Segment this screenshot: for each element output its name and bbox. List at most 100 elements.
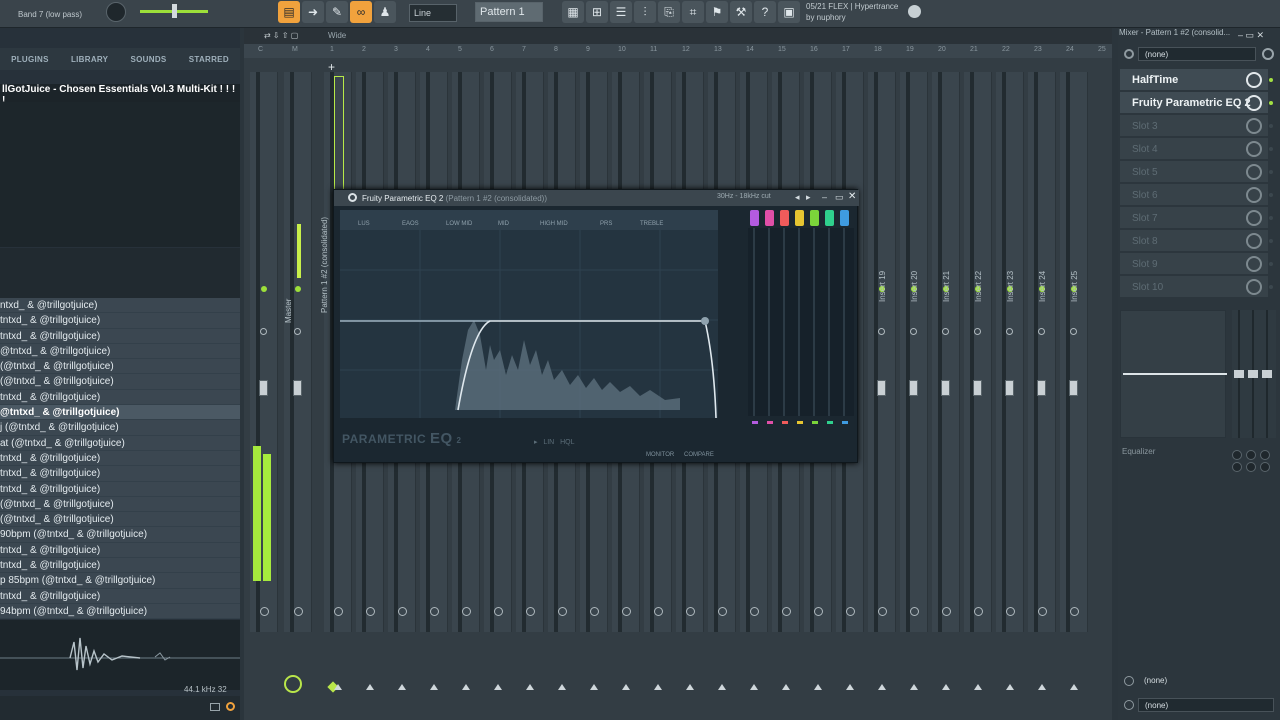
slot-enable-led[interactable] <box>1269 124 1273 128</box>
pan-knob[interactable] <box>260 328 267 335</box>
eq-knob[interactable] <box>1260 462 1270 472</box>
route-button[interactable] <box>590 607 599 616</box>
eq-knobs[interactable] <box>1222 448 1274 474</box>
mixer-tool-icons[interactable]: ⇄ ⇩ ⇧ ▢ <box>264 31 298 40</box>
compare-label[interactable]: COMPARE <box>684 452 714 458</box>
list-item[interactable]: ntxd_ & @trillgotjuice) <box>0 298 240 314</box>
song-info[interactable]: 05/21 FLEX | Hypertrance by nuphory <box>806 1 898 23</box>
pencil-icon[interactable]: ✎ <box>326 1 348 23</box>
mixer-strip[interactable] <box>964 72 992 632</box>
fx-slot[interactable]: Slot 8 <box>1120 230 1273 252</box>
channel-eq-display[interactable] <box>1120 310 1227 438</box>
volume-fader[interactable] <box>1005 380 1014 396</box>
send-arrow-icon[interactable] <box>590 684 598 690</box>
route-button[interactable] <box>654 607 663 616</box>
list-item[interactable]: (@tntxd_ & @trillgotjuice) <box>0 359 240 375</box>
fader-handle[interactable] <box>1262 370 1272 378</box>
send-arrow-icon[interactable] <box>910 684 918 690</box>
slot-enable-led[interactable] <box>1269 101 1273 105</box>
tab-library[interactable]: LIBRARY <box>71 55 108 64</box>
route-button[interactable] <box>878 607 887 616</box>
send-arrow-icon[interactable] <box>622 684 630 690</box>
plugin-title-bar[interactable]: Fruity Parametric EQ 2 (Pattern 1 #2 (co… <box>334 190 859 206</box>
mix-knob[interactable] <box>1246 210 1262 226</box>
fx-slot[interactable]: Slot 3 <box>1120 115 1273 137</box>
tab-starred[interactable]: STARRED <box>189 55 229 64</box>
send-arrow-icon[interactable] <box>462 684 470 690</box>
send-arrow-icon[interactable] <box>494 684 502 690</box>
fx-panel-close-icon[interactable] <box>1262 48 1274 60</box>
send-arrow-icon[interactable] <box>750 684 758 690</box>
eq-knob[interactable] <box>1260 450 1270 460</box>
eq-band-selector[interactable] <box>780 210 789 226</box>
send-arrow-icon[interactable] <box>878 684 886 690</box>
route-in-icon[interactable] <box>1124 676 1134 686</box>
route-in-select[interactable]: (none) <box>1138 674 1274 688</box>
mixer-strip[interactable] <box>996 72 1024 632</box>
route-button[interactable] <box>294 607 303 616</box>
eq-knob[interactable] <box>1246 462 1256 472</box>
piano-roll-icon[interactable]: ▦ <box>562 1 584 23</box>
send-arrow-icon[interactable] <box>718 684 726 690</box>
minimize-icon[interactable]: – <box>822 192 827 202</box>
list-item[interactable]: @tntxd_ & @trillgotjuice) <box>0 343 240 360</box>
eq-band-selector[interactable] <box>765 210 774 226</box>
send-arrow-icon[interactable] <box>814 684 822 690</box>
browser-folder-title[interactable]: llGotJuice - Chosen Essentials Vol.3 Mul… <box>0 84 240 106</box>
route-button[interactable] <box>814 607 823 616</box>
mix-knob[interactable] <box>1246 72 1262 88</box>
maximize-icon[interactable]: ▭ <box>835 192 844 203</box>
fader-handle[interactable] <box>1248 370 1258 378</box>
browser-icon[interactable]: ⎘ <box>658 1 680 23</box>
slot-enable-led[interactable] <box>1269 285 1273 289</box>
eq-band-selector[interactable] <box>750 210 759 226</box>
stamp-icon[interactable]: ♟ <box>374 1 396 23</box>
route-out-icon[interactable] <box>1124 700 1134 710</box>
route-button[interactable] <box>1038 607 1047 616</box>
search-icon[interactable] <box>226 702 235 711</box>
route-button[interactable] <box>526 607 535 616</box>
route-button[interactable] <box>910 607 919 616</box>
volume-fader[interactable] <box>293 380 302 396</box>
list-item[interactable]: tntxd_ & @trillgotjuice) <box>0 389 240 406</box>
list-item[interactable]: tntxd_ & @trillgotjuice) <box>0 542 240 559</box>
pan-knob[interactable] <box>942 328 949 335</box>
close-icon[interactable]: ✕ <box>848 191 856 202</box>
mix-knob[interactable] <box>1246 118 1262 134</box>
strip-enable-led[interactable] <box>261 286 267 292</box>
mixer-strip[interactable] <box>932 72 960 632</box>
pan-knob[interactable] <box>294 328 301 335</box>
list-item[interactable]: tntxd_ & @trillgotjuice) <box>0 481 240 497</box>
send-arrow-icon[interactable] <box>398 684 406 690</box>
main-volume-knob[interactable] <box>106 2 126 22</box>
preset-name[interactable]: 30Hz - 18kHz cut <box>717 193 771 200</box>
route-button[interactable] <box>750 607 759 616</box>
send-arrow-icon[interactable] <box>334 684 342 690</box>
eq-band-selector[interactable] <box>810 210 819 226</box>
send-arrow-icon[interactable] <box>526 684 534 690</box>
fader-handle[interactable] <box>1234 370 1244 378</box>
slot-enable-led[interactable] <box>1269 193 1273 197</box>
fx-panel-gear-icon[interactable] <box>1124 49 1134 59</box>
route-button[interactable] <box>974 607 983 616</box>
pan-knob[interactable] <box>878 328 885 335</box>
eq-knob[interactable] <box>1246 450 1256 460</box>
fx-slot[interactable]: Slot 5 <box>1120 161 1273 183</box>
mix-knob[interactable] <box>1246 256 1262 272</box>
route-button[interactable] <box>494 607 503 616</box>
volume-fader[interactable] <box>909 380 918 396</box>
send-arrow-icon[interactable] <box>1070 684 1078 690</box>
list-item[interactable]: (@tntxd_ & @trillgotjuice) <box>0 374 240 390</box>
fx-slot[interactable]: Slot 9 <box>1120 253 1273 275</box>
send-arrow-icon[interactable] <box>1038 684 1046 690</box>
pan-knob[interactable] <box>910 328 917 335</box>
globe-icon[interactable] <box>908 5 921 18</box>
route-button[interactable] <box>942 607 951 616</box>
tab-plugins[interactable]: PLUGINS <box>11 55 49 64</box>
eq-band-selector[interactable] <box>795 210 804 226</box>
send-arrow-icon[interactable] <box>1006 684 1014 690</box>
slot-enable-led[interactable] <box>1269 262 1273 266</box>
recording-icon[interactable]: ▣ <box>778 1 800 23</box>
route-curve-icon[interactable] <box>284 675 302 693</box>
list-item[interactable]: tntxd_ & @trillgotjuice) <box>0 450 240 467</box>
